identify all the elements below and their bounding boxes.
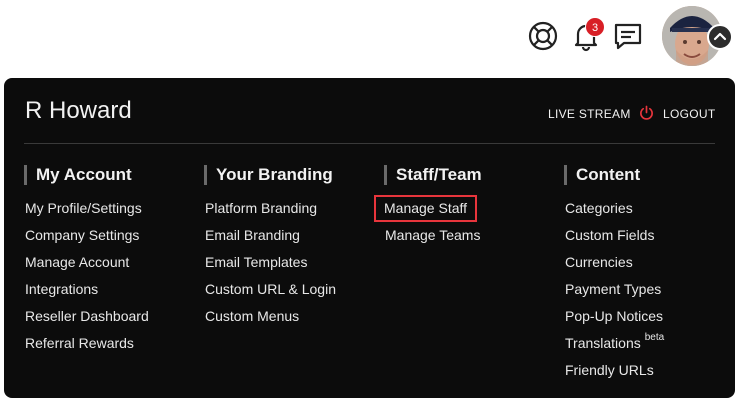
translations-label: Translations bbox=[565, 335, 641, 351]
divider bbox=[24, 143, 715, 144]
column-title: My Account bbox=[24, 165, 149, 185]
menu-item-manage-teams[interactable]: Manage Teams bbox=[385, 222, 482, 249]
menu-item-my-profile-settings[interactable]: My Profile/Settings bbox=[25, 195, 149, 222]
menu-item-friendly-urls[interactable]: Friendly URLs bbox=[565, 357, 664, 384]
menu-item-translations[interactable]: Translations beta bbox=[565, 330, 664, 357]
menu-column-staff-team: Staff/Team Manage Staff Manage Teams bbox=[373, 165, 482, 249]
menu-item-custom-fields[interactable]: Custom Fields bbox=[565, 222, 664, 249]
menu-item-pop-up-notices[interactable]: Pop-Up Notices bbox=[565, 303, 664, 330]
notification-badge: 3 bbox=[585, 17, 605, 37]
beta-badge: beta bbox=[644, 332, 665, 343]
top-bar: 3 bbox=[0, 0, 739, 78]
menu-item-manage-staff[interactable]: Manage Staff bbox=[373, 195, 482, 222]
menu-item-integrations[interactable]: Integrations bbox=[25, 276, 149, 303]
column-title: Your Branding bbox=[204, 165, 336, 185]
chevron-up-icon bbox=[713, 32, 727, 41]
account-dropdown-panel: R Howard LIVE STREAM LOGOUT My Account M… bbox=[4, 78, 735, 398]
chat-icon[interactable] bbox=[611, 19, 645, 53]
menu-item-email-branding[interactable]: Email Branding bbox=[205, 222, 336, 249]
menu-column-your-branding: Your Branding Platform Branding Email Br… bbox=[204, 165, 336, 330]
lifebuoy-icon[interactable] bbox=[526, 19, 560, 53]
menu-column-content: Content Categories Custom Fields Currenc… bbox=[564, 165, 664, 384]
live-stream-link[interactable]: LIVE STREAM bbox=[548, 107, 631, 121]
menu-item-currencies[interactable]: Currencies bbox=[565, 249, 664, 276]
column-title: Content bbox=[564, 165, 664, 185]
avatar-menu-toggle[interactable] bbox=[707, 24, 733, 50]
menu-item-email-templates[interactable]: Email Templates bbox=[205, 249, 336, 276]
logout-link[interactable]: LOGOUT bbox=[663, 107, 715, 121]
menu-item-referral-rewards[interactable]: Referral Rewards bbox=[25, 330, 149, 357]
menu-item-payment-types[interactable]: Payment Types bbox=[565, 276, 664, 303]
menu-column-my-account: My Account My Profile/Settings Company S… bbox=[24, 165, 149, 357]
menu-item-reseller-dashboard[interactable]: Reseller Dashboard bbox=[25, 303, 149, 330]
user-name: R Howard bbox=[25, 97, 132, 124]
manage-staff-highlight[interactable]: Manage Staff bbox=[373, 195, 478, 222]
menu-item-platform-branding[interactable]: Platform Branding bbox=[205, 195, 336, 222]
menu-item-manage-account[interactable]: Manage Account bbox=[25, 249, 149, 276]
menu-item-categories[interactable]: Categories bbox=[565, 195, 664, 222]
column-title: Staff/Team bbox=[384, 165, 482, 185]
menu-item-custom-menus[interactable]: Custom Menus bbox=[205, 303, 336, 330]
power-icon[interactable] bbox=[639, 105, 654, 120]
menu-item-company-settings[interactable]: Company Settings bbox=[25, 222, 149, 249]
menu-item-custom-url-login[interactable]: Custom URL & Login bbox=[205, 276, 336, 303]
